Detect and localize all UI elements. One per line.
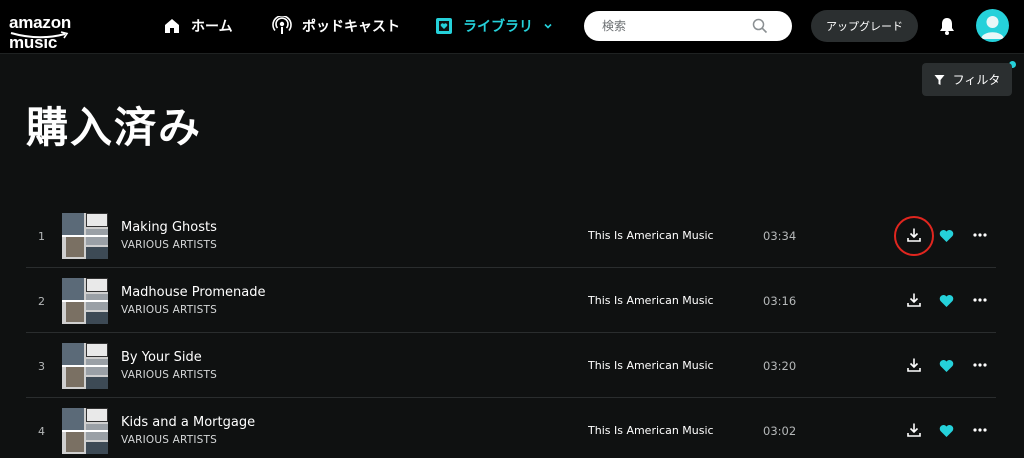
more-icon[interactable] xyxy=(972,422,988,438)
track-artist[interactable]: VARIOUS ARTISTS xyxy=(121,304,217,316)
heart-icon[interactable] xyxy=(939,359,954,373)
more-icon[interactable] xyxy=(972,357,988,373)
library-icon xyxy=(436,18,452,34)
track-title[interactable]: Madhouse Promenade xyxy=(121,285,266,300)
table-row[interactable]: 1 Making Ghosts VARIOUS ARTISTS This Is … xyxy=(26,203,996,268)
track-list: 1 Making Ghosts VARIOUS ARTISTS This Is … xyxy=(26,203,996,458)
nav-home-label: ホーム xyxy=(191,19,233,35)
track-duration: 03:16 xyxy=(763,294,797,308)
filter-button[interactable]: フィルタ xyxy=(922,63,1012,96)
track-title[interactable]: Kids and a Mortgage xyxy=(121,415,255,430)
nav-podcasts-label: ポッドキャスト xyxy=(302,19,400,35)
podcast-icon xyxy=(272,16,292,34)
more-icon[interactable] xyxy=(972,292,988,308)
home-icon xyxy=(165,19,179,33)
track-album[interactable]: This Is American Music 20 xyxy=(588,229,716,242)
track-number: 2 xyxy=(38,295,45,308)
track-title[interactable]: By Your Side xyxy=(121,350,202,365)
filter-icon xyxy=(934,74,945,85)
nav-library[interactable]: ライブラリ xyxy=(435,14,553,38)
more-icon[interactable] xyxy=(972,227,988,243)
track-album[interactable]: This Is American Music 20 xyxy=(588,424,716,437)
download-icon[interactable] xyxy=(906,227,922,243)
download-icon[interactable] xyxy=(906,422,922,438)
table-row[interactable]: 3 By Your Side VARIOUS ARTISTS This Is A… xyxy=(26,333,996,398)
table-row[interactable]: 4 Kids and a Mortgage VARIOUS ARTISTS Th… xyxy=(26,398,996,458)
heart-icon[interactable] xyxy=(939,294,954,308)
upgrade-button[interactable]: アップグレード xyxy=(811,10,918,42)
track-artist[interactable]: VARIOUS ARTISTS xyxy=(121,369,217,381)
album-art[interactable] xyxy=(62,213,108,259)
track-title[interactable]: Making Ghosts xyxy=(121,220,217,235)
album-art[interactable] xyxy=(62,343,108,389)
chevron-down-icon xyxy=(544,23,552,29)
track-duration: 03:02 xyxy=(763,424,797,438)
app-window: amazon music ホーム ポッドキャスト ライブラリ 検索 アップグレー… xyxy=(0,0,1024,458)
nav-podcasts[interactable]: ポッドキャスト xyxy=(272,14,400,38)
track-number: 4 xyxy=(38,425,45,438)
user-icon xyxy=(981,16,1004,39)
track-artist[interactable]: VARIOUS ARTISTS xyxy=(121,239,217,251)
track-number: 1 xyxy=(38,230,45,243)
track-duration: 03:34 xyxy=(763,229,797,243)
nav-library-label: ライブラリ xyxy=(463,19,533,35)
search-input[interactable] xyxy=(602,19,752,33)
track-album[interactable]: This Is American Music 20 xyxy=(588,294,716,307)
amazon-music-logo[interactable]: amazon music xyxy=(9,13,119,52)
track-album[interactable]: This Is American Music 20 xyxy=(588,359,716,372)
download-icon[interactable] xyxy=(906,357,922,373)
heart-icon[interactable] xyxy=(939,229,954,243)
album-art[interactable] xyxy=(62,278,108,324)
top-navigation: amazon music ホーム ポッドキャスト ライブラリ 検索 アップグレー… xyxy=(0,0,1024,54)
avatar[interactable] xyxy=(976,9,1009,42)
table-row[interactable]: 2 Madhouse Promenade VARIOUS ARTISTS Thi… xyxy=(26,268,996,333)
filter-label: フィルタ xyxy=(952,73,1001,87)
track-artist[interactable]: VARIOUS ARTISTS xyxy=(121,434,217,446)
logo-smile-icon xyxy=(10,31,69,39)
heart-icon[interactable] xyxy=(939,424,954,438)
search-bar[interactable] xyxy=(584,11,792,41)
page-title: 購入済み xyxy=(26,103,203,152)
track-duration: 03:20 xyxy=(763,359,797,373)
bell-icon[interactable] xyxy=(937,16,957,36)
search-icon[interactable] xyxy=(752,18,768,34)
album-art[interactable] xyxy=(62,408,108,454)
track-number: 3 xyxy=(38,360,45,373)
download-icon[interactable] xyxy=(906,292,922,308)
nav-home[interactable]: ホーム xyxy=(163,14,233,38)
